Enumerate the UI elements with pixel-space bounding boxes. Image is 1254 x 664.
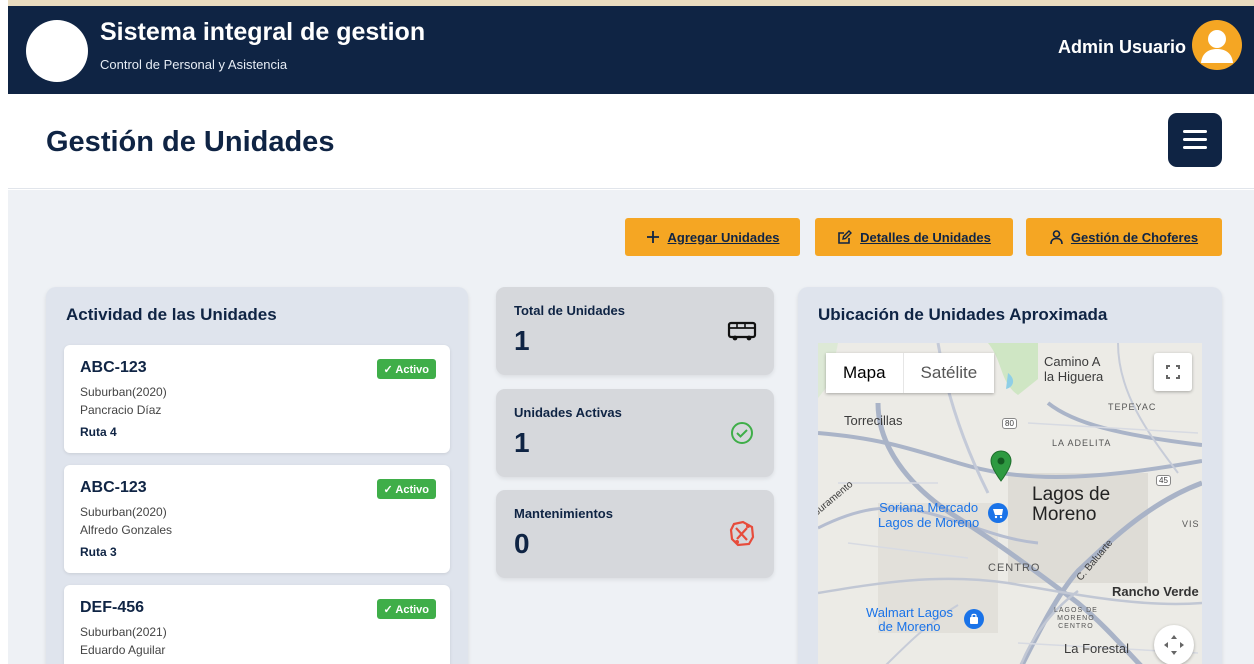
unit-model: Suburban(2020) xyxy=(80,505,167,519)
unit-location-panel: Ubicación de Unidades Aproximada Mapa Sa… xyxy=(798,287,1222,664)
unit-activity-panel: Actividad de las Unidades ABC-123 ✓ Acti… xyxy=(46,287,468,664)
maintenance-card: Mantenimientos 0 xyxy=(496,490,774,578)
map-pan-button[interactable] xyxy=(1154,625,1194,664)
main-content: Agregar Unidades Detalles de Unidades Ge… xyxy=(8,190,1254,664)
user-name[interactable]: Admin Usuario xyxy=(1058,37,1186,58)
fullscreen-button[interactable] xyxy=(1154,353,1192,391)
bus-icon xyxy=(726,315,758,347)
unit-details-label: Detalles de Unidades xyxy=(860,229,991,245)
unit-card[interactable]: ABC-123 ✓ Activo Suburban(2020) Alfredo … xyxy=(64,465,450,573)
total-units-value: 1 xyxy=(514,325,530,356)
edit-icon xyxy=(837,229,853,245)
map-label-la-forestal: La Forestal xyxy=(1064,641,1130,656)
maintenance-value: 0 xyxy=(514,528,530,559)
unit-route: Ruta 4 xyxy=(80,425,117,439)
unit-model: Suburban(2021) xyxy=(80,625,167,639)
menu-bar-icon xyxy=(1183,130,1207,133)
unit-location-pin-icon[interactable] xyxy=(990,450,1012,487)
map-label-camino: Camino A la Higuera xyxy=(1044,354,1104,384)
app-subtitle: Control de Personal y Asistencia xyxy=(100,57,288,72)
status-badge: ✓ Activo xyxy=(376,599,436,619)
status-badge: ✓ Activo xyxy=(376,479,436,499)
unit-card[interactable]: ABC-123 ✓ Activo Suburban(2020) Pancraci… xyxy=(64,345,450,453)
plus-icon xyxy=(646,230,660,244)
unit-route: Ruta 3 xyxy=(80,545,117,559)
map-tab[interactable]: Mapa xyxy=(826,353,903,393)
add-units-button[interactable]: Agregar Unidades xyxy=(625,218,800,256)
unit-details-button[interactable]: Detalles de Unidades xyxy=(815,218,1013,256)
unit-model: Suburban(2020) xyxy=(80,385,167,399)
map-label-lagos-centro: LAGOS DE MORENO CENTRO xyxy=(1054,607,1098,630)
total-units-card: Total de Unidades 1 xyxy=(496,287,774,375)
map[interactable]: Mapa Satélite Camino A la Higuera Torrec… xyxy=(818,343,1202,664)
active-units-value: 1 xyxy=(514,427,530,458)
map-label-soriana: Soriana Mercado Lagos de Moreno xyxy=(878,500,980,530)
top-bar: Sistema integral de gestion Control de P… xyxy=(8,0,1254,94)
unit-plate: ABC-123 xyxy=(80,479,147,496)
shopping-bag-poi-icon[interactable] xyxy=(964,609,984,629)
map-label-walmart: Walmart Lagos de Moreno xyxy=(866,605,953,634)
map-label-torrecillas: Torrecillas xyxy=(844,413,903,428)
user-avatar-icon[interactable] xyxy=(1192,20,1242,70)
pan-arrows-icon xyxy=(1164,635,1184,655)
menu-bar-icon xyxy=(1183,146,1207,149)
fullscreen-icon xyxy=(1166,365,1180,379)
car-crash-icon xyxy=(726,518,758,550)
map-label-lagos-de-moreno: Lagos de Moreno xyxy=(1032,484,1111,525)
unit-plate: DEF-456 xyxy=(80,599,145,616)
status-badge: ✓ Activo xyxy=(376,359,436,379)
unit-plate: ABC-123 xyxy=(80,359,147,376)
logo xyxy=(26,20,88,82)
hamburger-menu-button[interactable] xyxy=(1168,113,1222,167)
unit-activity-title: Actividad de las Unidades xyxy=(66,305,277,324)
satellite-tab[interactable]: Satélite xyxy=(902,353,995,393)
map-label-tepeyac: TEPEYAC xyxy=(1108,402,1157,412)
check-circle-icon xyxy=(726,417,758,449)
map-label-la-adelita: LA ADELITA xyxy=(1052,438,1112,448)
driver-management-label: Gestión de Choferes xyxy=(1070,229,1199,245)
driver-management-button[interactable]: Gestión de Choferes xyxy=(1026,218,1222,256)
person-icon xyxy=(1050,229,1063,245)
map-label-vis: VIS xyxy=(1182,519,1200,529)
add-units-label: Agregar Unidades xyxy=(667,229,780,245)
unit-driver: Eduardo Aguilar xyxy=(80,643,166,657)
page-header: Gestión de Unidades xyxy=(8,94,1254,189)
page-title: Gestión de Unidades xyxy=(46,126,335,158)
map-label-rancho-verde: Rancho Verde xyxy=(1112,584,1199,599)
map-label-centro: CENTRO xyxy=(988,562,1041,574)
menu-bar-icon xyxy=(1183,138,1207,141)
map-type-toggle[interactable]: Mapa Satélite xyxy=(826,353,995,393)
unit-driver: Pancracio Díaz xyxy=(80,403,162,417)
shopping-cart-poi-icon[interactable] xyxy=(988,503,1008,523)
route-45-shield: 45 xyxy=(1156,475,1171,486)
total-units-label: Total de Unidades xyxy=(514,303,625,318)
unit-driver: Alfredo Gonzales xyxy=(80,523,173,537)
active-units-label: Unidades Activas xyxy=(514,405,622,420)
app-title: Sistema integral de gestion xyxy=(100,18,426,46)
route-80-shield: 80 xyxy=(1002,418,1017,429)
maintenance-label: Mantenimientos xyxy=(514,506,613,521)
active-units-card: Unidades Activas 1 xyxy=(496,389,774,477)
unit-location-title: Ubicación de Unidades Aproximada xyxy=(818,305,1108,324)
unit-card[interactable]: DEF-456 ✓ Activo Suburban(2021) Eduardo … xyxy=(64,585,450,664)
